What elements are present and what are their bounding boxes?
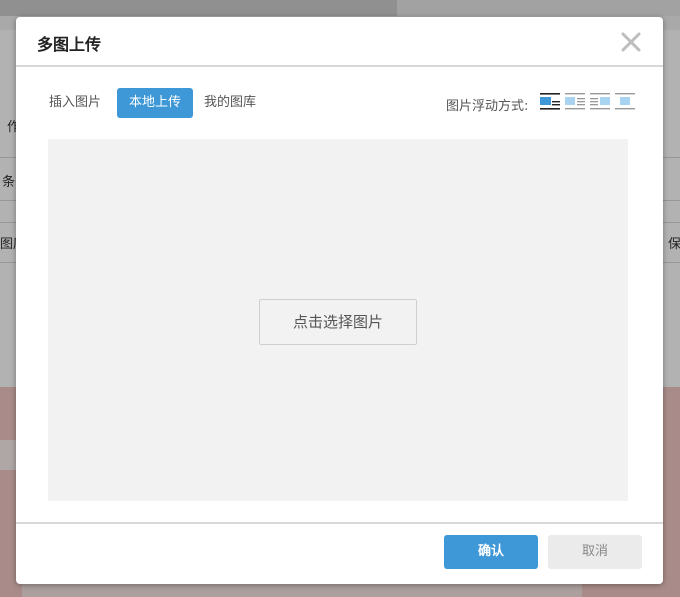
choose-image-button[interactable]: 点击选择图片 — [259, 299, 417, 345]
tab-my-library[interactable]: 我的图库 — [204, 88, 274, 118]
dialog-title: 多图上传 — [37, 35, 102, 54]
footer-divider — [16, 522, 663, 524]
float-none-icon[interactable] — [540, 92, 560, 111]
tab-local-upload[interactable]: 本地上传 — [117, 88, 193, 118]
upload-drop-area[interactable]: 点击选择图片 — [48, 139, 628, 501]
cancel-button[interactable]: 取消 — [548, 535, 642, 569]
tab-insert-image[interactable]: 插入图片 — [40, 88, 110, 118]
float-center-icon[interactable] — [615, 92, 635, 111]
float-mode-label: 图片浮动方式: — [446, 99, 529, 114]
multi-image-upload-dialog: 多图上传 插入图片 本地上传 我的图库 图片浮动方式: 点击选择图片 确认 取消 — [16, 17, 663, 584]
float-left-icon[interactable] — [565, 92, 585, 111]
float-right-icon[interactable] — [590, 92, 610, 111]
dialog-header: 多图上传 — [16, 17, 663, 67]
confirm-button[interactable]: 确认 — [444, 535, 538, 569]
close-icon[interactable] — [620, 31, 642, 53]
